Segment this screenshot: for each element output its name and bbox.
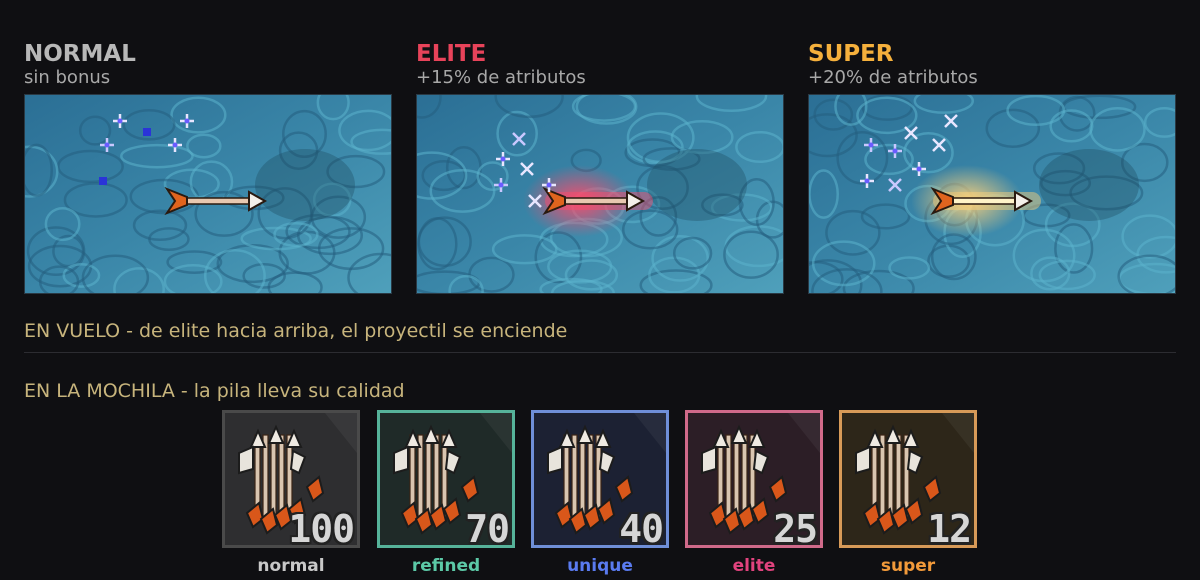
stack-count: 12: [927, 507, 972, 548]
panel-title: ELITE: [416, 41, 487, 67]
panel-super: SUPER +20% de atributos: [808, 40, 1178, 294]
stack-count: 25: [773, 507, 818, 548]
scene-elite: [416, 94, 784, 294]
stack-count: 100: [288, 507, 355, 548]
slot-normal[interactable]: 100: [222, 410, 360, 548]
panel-title: NORMAL: [24, 41, 136, 67]
scene-normal: [24, 94, 392, 294]
slot-unique[interactable]: 40: [531, 410, 669, 548]
scene-super: [808, 94, 1176, 294]
quality-label: refined: [411, 556, 481, 576]
sparkle: [99, 177, 107, 185]
sparkle: [143, 128, 151, 136]
panel-elite: ELITE +15% de atributos: [416, 40, 786, 294]
quality-label: super: [880, 556, 936, 576]
water-scene: [25, 95, 391, 293]
slot-elite[interactable]: 25: [685, 410, 823, 548]
stack-count: 40: [619, 507, 664, 548]
flight-caption: EN VUELO - de elite hacia arriba, el pro…: [24, 320, 568, 342]
quality-label: elite: [732, 556, 776, 576]
slot-super[interactable]: 12: [839, 410, 977, 548]
panel-subtitle: sin bonus: [24, 67, 111, 88]
water-scene: [417, 95, 783, 293]
water-scene: [809, 95, 1175, 293]
inventory-slots: 100 normal 70 refined 40 unique 25 elite…: [222, 408, 982, 578]
slot-refined[interactable]: 70: [377, 410, 515, 548]
panel-title: SUPER: [808, 41, 894, 67]
quality-label: normal: [257, 556, 325, 576]
backpack-caption: EN LA MOCHILA - la pila lleva su calidad: [24, 380, 405, 402]
quality-label: unique: [567, 556, 633, 576]
panel-subtitle: +15% de atributos: [416, 67, 586, 88]
panel-subtitle: +20% de atributos: [808, 67, 978, 88]
panel-normal: NORMAL sin bonus: [24, 40, 394, 294]
stack-count: 70: [465, 507, 510, 548]
divider: [24, 352, 1176, 353]
